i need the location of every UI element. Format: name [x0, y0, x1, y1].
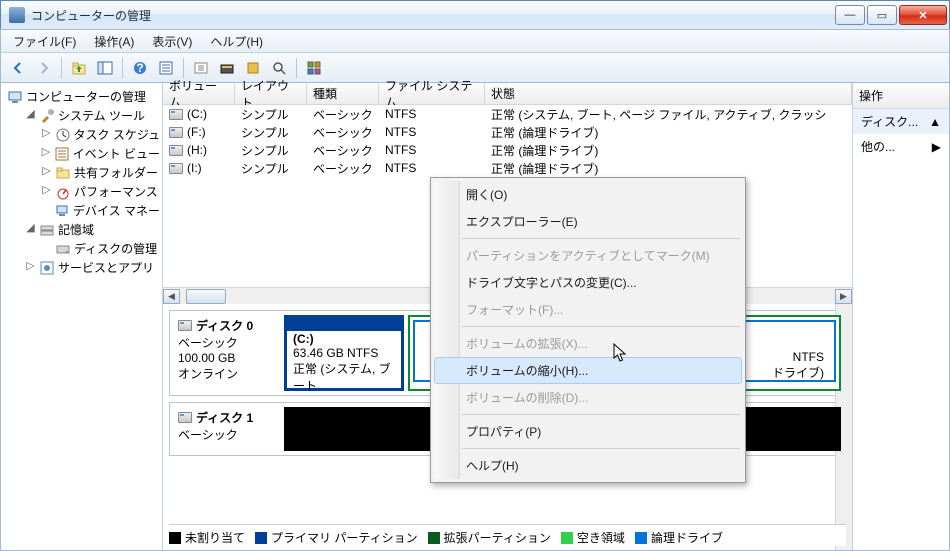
volume-row[interactable]: (I:) シンプル ベーシック NTFS 正常 (論理ドライブ) [163, 159, 852, 177]
event-icon [54, 146, 70, 162]
tree-disk-management[interactable]: ディスクの管理 [1, 239, 162, 258]
volume-columns: ボリューム レイアウト 種類 ファイル システム 状態 [163, 83, 852, 105]
volume-row[interactable]: (F:) シンプル ベーシック NTFS 正常 (論理ドライブ) [163, 123, 852, 141]
storage-icon [39, 222, 55, 238]
toolbar-btn-10[interactable] [268, 57, 290, 79]
legend: 未割り当て プライマリ パーティション 拡張パーティション 空き領域 論理ドライ… [169, 524, 846, 546]
scroll-right-icon[interactable]: ▶ [835, 289, 852, 304]
tools-icon [39, 108, 55, 124]
tree-storage[interactable]: ◢ 記憶域 [1, 220, 162, 239]
window-title: コンピューターの管理 [31, 7, 835, 24]
ctx-format: フォーマット(F)... [434, 296, 742, 323]
disk-icon [178, 412, 192, 423]
volume-row[interactable]: (H:) シンプル ベーシック NTFS 正常 (論理ドライブ) [163, 141, 852, 159]
up-button[interactable] [68, 57, 90, 79]
ctx-shrink[interactable]: ボリュームの縮小(H)... [434, 357, 742, 384]
action-disk[interactable]: ディスク... ▲ [853, 109, 949, 134]
disk-icon [55, 241, 71, 257]
app-icon [9, 7, 25, 23]
show-hide-tree-button[interactable] [94, 57, 116, 79]
refresh-button[interactable] [190, 57, 212, 79]
ctx-explorer[interactable]: エクスプローラー(E) [434, 208, 742, 235]
expand-icon[interactable]: ▷ [41, 129, 52, 140]
col-layout[interactable]: レイアウト [235, 83, 307, 104]
chevron-up-icon: ▲ [929, 115, 941, 129]
help-button[interactable]: ? [129, 57, 151, 79]
tree-label: コンピューターの管理 [26, 88, 146, 105]
action-other[interactable]: 他の... ▶ [853, 134, 949, 159]
tree-shared-folders[interactable]: ▷ 共有フォルダー [1, 163, 162, 182]
collapse-icon[interactable]: ◢ [25, 110, 36, 121]
performance-icon [55, 184, 71, 200]
services-icon [39, 260, 55, 276]
actions-header: 操作 [853, 83, 949, 109]
back-button[interactable] [7, 57, 29, 79]
expand-icon[interactable]: ▷ [41, 167, 52, 178]
drive-icon [169, 145, 183, 156]
toolbar-btn-11[interactable] [303, 57, 325, 79]
computer-icon [7, 89, 23, 105]
maximize-button[interactable]: ▭ [867, 5, 897, 25]
col-type[interactable]: 種類 [307, 83, 379, 104]
clock-icon [55, 127, 71, 143]
device-icon [54, 203, 70, 219]
col-status[interactable]: 状態 [485, 83, 852, 104]
svg-text:?: ? [136, 61, 143, 75]
volume-list[interactable]: (C:) シンプル ベーシック NTFS 正常 (システム, ブート, ページ … [163, 105, 852, 177]
ctx-delete: ボリュームの削除(D)... [434, 384, 742, 411]
col-volume[interactable]: ボリューム [163, 83, 235, 104]
title-bar: コンピューターの管理 — ▭ ✕ [0, 0, 950, 29]
tree-device-manager[interactable]: デバイス マネー [1, 201, 162, 220]
drive-icon [169, 127, 183, 138]
toolbar-btn-9[interactable] [242, 57, 264, 79]
properties-button[interactable] [155, 57, 177, 79]
ctx-properties[interactable]: プロパティ(P) [434, 418, 742, 445]
scroll-left-icon[interactable]: ◀ [163, 289, 180, 304]
ctx-change-letter[interactable]: ドライブ文字とパスの変更(C)... [434, 269, 742, 296]
partition-c[interactable]: (C:) 63.46 GB NTFS 正常 (システム, ブート [284, 315, 404, 391]
tree-system-tools[interactable]: ◢ システム ツール [1, 106, 162, 125]
volume-row[interactable]: (C:) シンプル ベーシック NTFS 正常 (システム, ブート, ページ … [163, 105, 852, 123]
folder-shared-icon [55, 165, 71, 181]
ctx-open[interactable]: 開く(O) [434, 181, 742, 208]
menu-view[interactable]: 表示(V) [144, 30, 200, 53]
ctx-mark-active: パーティションをアクティブとしてマーク(M) [434, 242, 742, 269]
navigation-tree[interactable]: コンピューターの管理 ◢ システム ツール ▷ タスク スケジュ ▷ イベント … [1, 83, 163, 550]
drive-icon [169, 163, 183, 174]
collapse-icon[interactable]: ◢ [25, 224, 36, 235]
expand-icon[interactable]: ▷ [25, 262, 36, 273]
menu-bar: ファイル(F) 操作(A) 表示(V) ヘルプ(H) [0, 29, 950, 53]
chevron-right-icon: ▶ [932, 140, 941, 154]
tree-task-scheduler[interactable]: ▷ タスク スケジュ [1, 125, 162, 144]
close-button[interactable]: ✕ [899, 5, 947, 25]
expand-icon[interactable]: ▷ [41, 186, 52, 197]
menu-file[interactable]: ファイル(F) [5, 30, 84, 53]
tree-root[interactable]: コンピューターの管理 [1, 87, 162, 106]
expand-icon[interactable]: ▷ [41, 148, 51, 159]
tree-services[interactable]: ▷ サービスとアプリ [1, 258, 162, 277]
tree-event-viewer[interactable]: ▷ イベント ビュー [1, 144, 162, 163]
rescan-button[interactable] [216, 57, 238, 79]
ctx-help[interactable]: ヘルプ(H) [434, 452, 742, 479]
scroll-thumb[interactable] [186, 289, 226, 304]
drive-icon [169, 109, 183, 120]
actions-pane: 操作 ディスク... ▲ 他の... ▶ [853, 83, 949, 550]
forward-button[interactable] [33, 57, 55, 79]
disk-info: ディスク 0 ベーシック 100.00 GB オンライン [170, 311, 280, 395]
minimize-button[interactable]: — [835, 5, 865, 25]
disk-info: ディスク 1 ベーシック [170, 403, 280, 455]
menu-action[interactable]: 操作(A) [86, 30, 142, 53]
menu-help[interactable]: ヘルプ(H) [202, 30, 271, 53]
cursor-icon [613, 343, 629, 363]
ctx-extend: ボリュームの拡張(X)... [434, 330, 742, 357]
tree-performance[interactable]: ▷ パフォーマンス [1, 182, 162, 201]
col-filesystem[interactable]: ファイル システム [379, 83, 485, 104]
disk-icon [178, 320, 192, 331]
context-menu: 開く(O) エクスプローラー(E) パーティションをアクティブとしてマーク(M)… [430, 177, 746, 483]
